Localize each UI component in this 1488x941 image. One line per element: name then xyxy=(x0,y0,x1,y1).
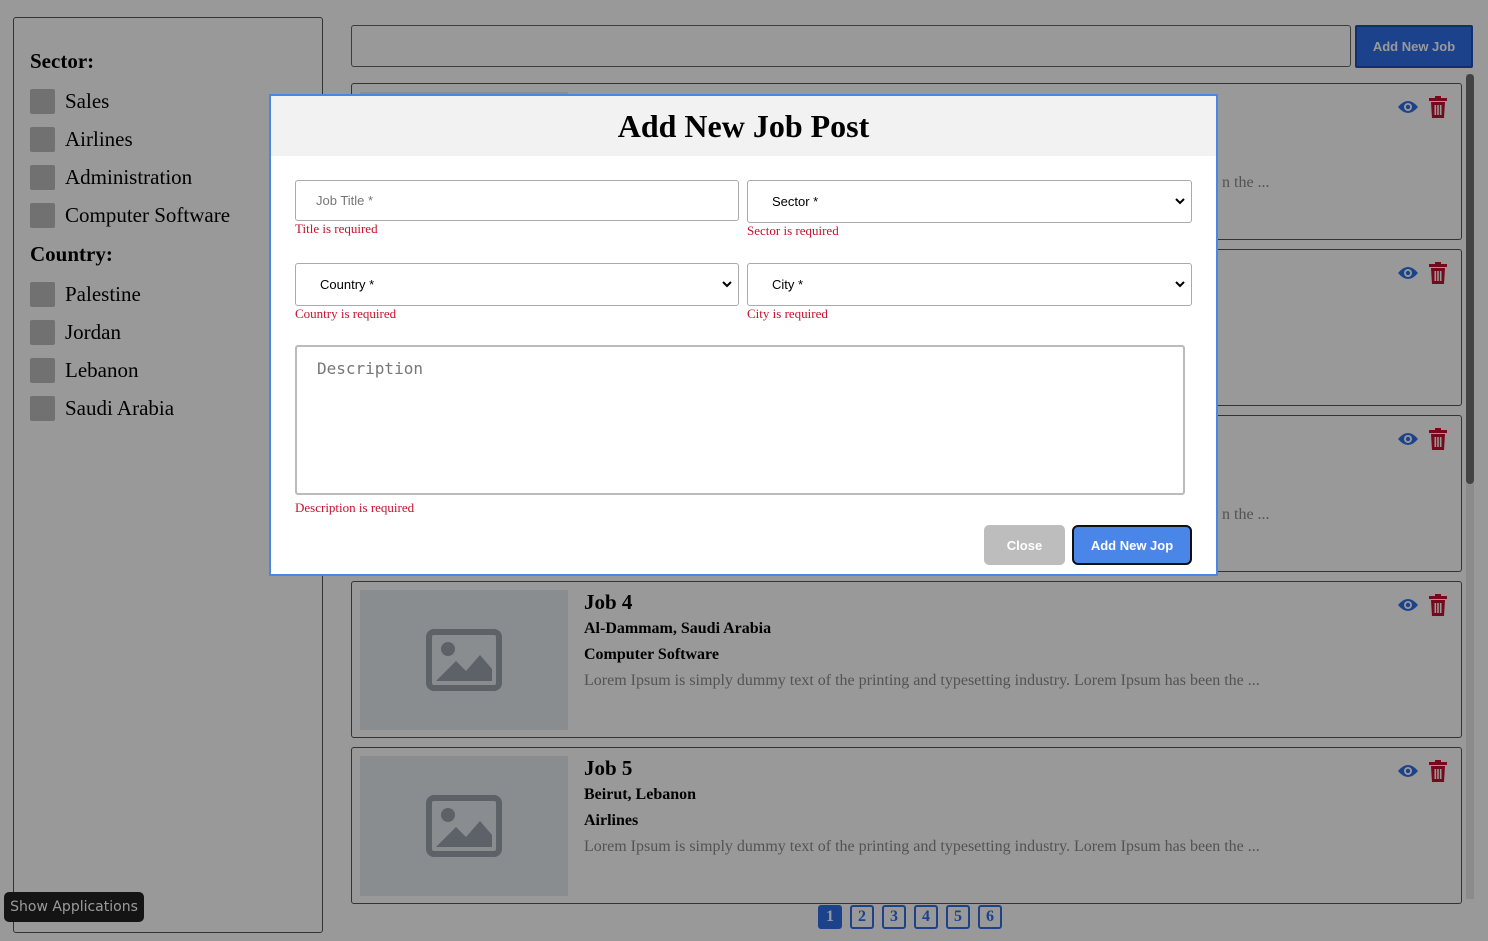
city-select-value: City * xyxy=(772,277,804,292)
sector-select-value: Sector * xyxy=(772,194,819,209)
chevron-down-icon xyxy=(1175,281,1185,288)
city-error: City is required xyxy=(747,306,828,321)
city-select[interactable]: City * xyxy=(747,263,1192,306)
job-title-input[interactable]: Job Title * xyxy=(295,180,739,221)
sector-select[interactable]: Sector * xyxy=(747,180,1192,223)
description-textarea[interactable]: Description xyxy=(295,345,1185,495)
country-select[interactable]: Country * xyxy=(295,263,739,306)
sector-error: Sector is required xyxy=(747,223,839,238)
title-error: Title is required xyxy=(295,221,378,236)
submit-job-button[interactable]: Add New Jop xyxy=(1072,525,1192,565)
country-error: Country is required xyxy=(295,306,397,321)
modal-header: Add New Job Post xyxy=(271,96,1216,156)
close-button[interactable]: Close xyxy=(984,525,1065,565)
add-job-modal: Add New Job Post Job Title * Title is re… xyxy=(269,94,1218,576)
country-select-value: Country * xyxy=(320,277,375,292)
chevron-down-icon xyxy=(722,281,732,288)
chevron-down-icon xyxy=(1175,198,1185,205)
description-error: Description is required xyxy=(295,500,415,515)
modal-title: Add New Job Post xyxy=(617,107,870,144)
